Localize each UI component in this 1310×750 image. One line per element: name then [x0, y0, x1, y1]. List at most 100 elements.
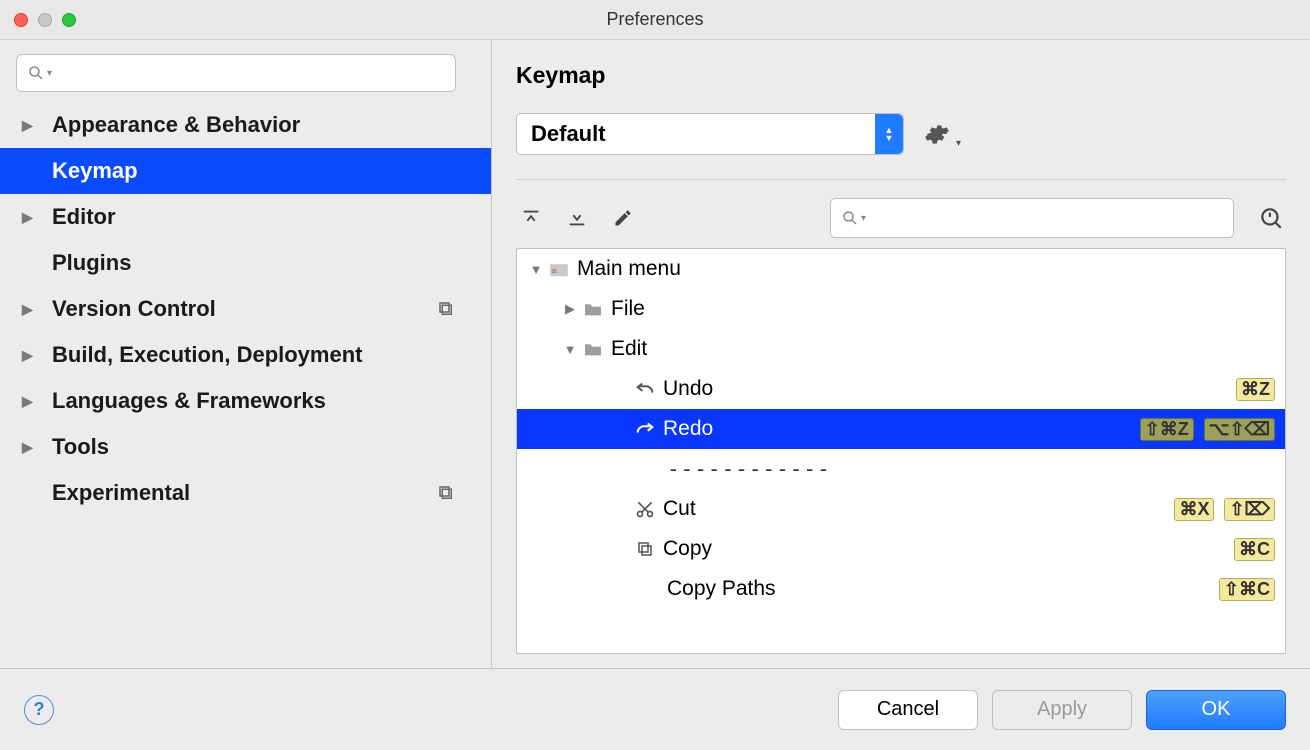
- sidebar-item-label: Version Control: [52, 296, 216, 322]
- shortcut-badge: ⇧⌦: [1224, 498, 1275, 521]
- sidebar-item-version-control[interactable]: ▶ Version Control: [0, 286, 491, 332]
- expand-arrow-icon: ▶: [22, 439, 38, 456]
- action-label: Redo: [663, 417, 713, 441]
- edit-button[interactable]: [608, 203, 638, 233]
- shortcut-list: ⌘X ⇧⌦: [1174, 498, 1275, 521]
- action-cut[interactable]: Cut ⌘X ⇧⌦: [517, 489, 1285, 529]
- tree-node-main-menu[interactable]: ▼ Main menu: [517, 249, 1285, 289]
- keymap-toolbar: ▾: [516, 198, 1286, 238]
- keymap-select[interactable]: Default ▲▼: [516, 113, 904, 155]
- sidebar-item-label: Appearance & Behavior: [52, 112, 300, 138]
- copy-icon: [633, 540, 657, 558]
- cancel-button[interactable]: Cancel: [838, 690, 978, 730]
- action-separator: ------------: [517, 449, 1285, 489]
- settings-tree: ▶ Appearance & Behavior Keymap ▶ Editor Pl…: [0, 102, 491, 668]
- separator-label: ------------: [667, 457, 831, 481]
- gear-icon[interactable]: [924, 121, 950, 147]
- window-controls: [0, 13, 76, 27]
- sidebar-search[interactable]: ▾: [16, 54, 456, 92]
- search-icon: [841, 209, 859, 227]
- zoom-window-button[interactable]: [62, 13, 76, 27]
- dialog-footer: ? Cancel Apply OK: [0, 668, 1310, 750]
- action-label: Copy: [663, 537, 712, 561]
- shortcut-badge: ⇧⌘C: [1219, 578, 1275, 601]
- tree-node-label: Main menu: [577, 257, 681, 281]
- keymap-tree: ▼ Main menu ▶ File ▼ Edit Undo ⌘Z: [516, 248, 1286, 654]
- titlebar: Preferences: [0, 0, 1310, 40]
- tree-node-label: File: [611, 297, 645, 321]
- sidebar-item-build[interactable]: ▶ Build, Execution, Deployment: [0, 332, 491, 378]
- action-label: Copy Paths: [667, 577, 776, 601]
- keymap-search-input[interactable]: [872, 208, 1223, 228]
- shortcut-badge: ⌘C: [1234, 538, 1275, 561]
- shortcut-badge: ⌥⇧⌫: [1204, 418, 1275, 441]
- action-copy[interactable]: Copy ⌘C: [517, 529, 1285, 569]
- shortcut-badge: ⇧⌘Z: [1140, 418, 1194, 441]
- window-title: Preferences: [0, 9, 1310, 30]
- expand-arrow-icon: ▶: [22, 117, 38, 134]
- expand-all-button[interactable]: [516, 203, 546, 233]
- shortcut-list: ⌘C: [1234, 538, 1275, 561]
- action-label: Cut: [663, 497, 696, 521]
- collapse-all-button[interactable]: [562, 203, 592, 233]
- apply-button[interactable]: Apply: [992, 690, 1132, 730]
- redo-icon: [633, 421, 657, 437]
- divider: [516, 179, 1286, 180]
- dropdown-stepper-icon: ▲▼: [875, 114, 903, 154]
- sidebar-item-label: Experimental: [52, 480, 190, 506]
- sidebar-item-editor[interactable]: ▶ Editor: [0, 194, 491, 240]
- find-by-shortcut-button[interactable]: [1256, 203, 1286, 233]
- sidebar-item-label: Build, Execution, Deployment: [52, 342, 362, 368]
- tree-node-edit[interactable]: ▼ Edit: [517, 329, 1285, 369]
- expand-arrow-icon: ▶: [22, 301, 38, 318]
- action-undo[interactable]: Undo ⌘Z: [517, 369, 1285, 409]
- ok-button[interactable]: OK: [1146, 690, 1286, 730]
- expand-arrow-icon: ▶: [22, 347, 38, 364]
- page-title: Keymap: [516, 62, 1286, 89]
- sidebar-item-label: Plugins: [52, 250, 131, 276]
- tree-node-label: Edit: [611, 337, 647, 361]
- expand-arrow-icon: ▶: [22, 209, 38, 226]
- folder-icon: [581, 301, 605, 317]
- chevron-down-icon: ▾: [47, 68, 52, 79]
- sidebar-item-label: Keymap: [52, 158, 138, 184]
- action-redo[interactable]: Redo ⇧⌘Z ⌥⇧⌫: [517, 409, 1285, 449]
- shortcut-list: ⌘Z: [1236, 378, 1275, 401]
- sidebar-item-label: Languages & Frameworks: [52, 388, 326, 414]
- tree-node-file[interactable]: ▶ File: [517, 289, 1285, 329]
- minimize-window-button[interactable]: [38, 13, 52, 27]
- button-label: Cancel: [877, 698, 939, 721]
- expand-arrow-icon: ▶: [22, 393, 38, 410]
- button-label: OK: [1202, 698, 1231, 721]
- folder-icon: [547, 261, 571, 277]
- shortcut-badge: ⌘Z: [1236, 378, 1275, 401]
- sidebar-item-plugins[interactable]: Plugins: [0, 240, 491, 286]
- action-label: Undo: [663, 377, 713, 401]
- sidebar-search-input[interactable]: [58, 63, 445, 83]
- dropdown-small-arrow-icon: ▾: [956, 138, 961, 149]
- cut-icon: [633, 499, 657, 519]
- project-level-icon: [437, 300, 455, 318]
- close-window-button[interactable]: [14, 13, 28, 27]
- shortcut-list: ⇧⌘Z ⌥⇧⌫: [1140, 418, 1275, 441]
- shortcut-list: ⇧⌘C: [1219, 578, 1275, 601]
- sidebar-item-label: Tools: [52, 434, 109, 460]
- sidebar-item-tools[interactable]: ▶ Tools: [0, 424, 491, 470]
- keymap-search[interactable]: ▾: [830, 198, 1234, 238]
- settings-sidebar: ▾ ▶ Appearance & Behavior Keymap ▶ Editor …: [0, 40, 492, 668]
- sidebar-item-keymap[interactable]: Keymap: [0, 148, 491, 194]
- help-button[interactable]: ?: [24, 695, 54, 725]
- sidebar-item-label: Editor: [52, 204, 116, 230]
- undo-icon: [633, 381, 657, 397]
- sidebar-item-experimental[interactable]: Experimental: [0, 470, 491, 516]
- sidebar-item-languages[interactable]: ▶ Languages & Frameworks: [0, 378, 491, 424]
- sidebar-item-appearance[interactable]: ▶ Appearance & Behavior: [0, 102, 491, 148]
- folder-icon: [581, 341, 605, 357]
- search-icon: [27, 64, 45, 82]
- expand-arrow-icon: ▼: [559, 342, 581, 357]
- shortcut-badge: ⌘X: [1174, 498, 1214, 521]
- expand-arrow-icon: ▼: [525, 262, 547, 277]
- project-level-icon: [437, 484, 455, 502]
- action-copy-paths[interactable]: Copy Paths ⇧⌘C: [517, 569, 1285, 609]
- keymap-select-value: Default: [531, 121, 606, 147]
